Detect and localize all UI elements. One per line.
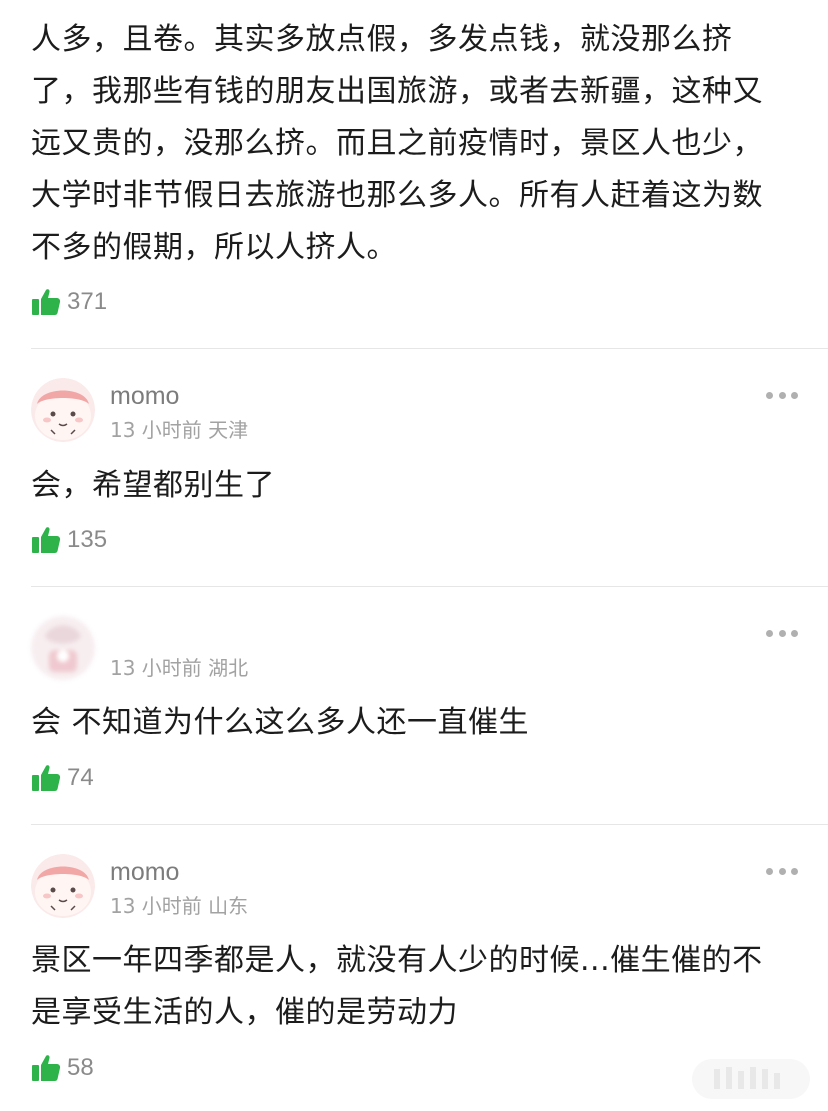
avatar[interactable] [31,378,95,442]
more-dots-icon [766,629,773,637]
comment-line: 人多，且卷。其实多放点假，多发点钱，就没那么挤 [31,22,733,57]
like-button[interactable]: 74 [31,762,94,794]
comment-line: 了，我那些有钱的朋友出国旅游，或者去新疆，这种又 [31,74,763,109]
comment-text: 人多，且卷。其实多放点假，多发点钱，就没那么挤 了，我那些有钱的朋友出国旅游，或… [31,14,811,274]
watermark-logo [692,1059,810,1099]
location: 山东 [208,894,249,918]
location: 天津 [208,418,249,442]
like-count: 58 [67,1054,94,1081]
avatar[interactable] [31,854,95,918]
comment-line: 景区一年四季都是人，就没有人少的时候...催生催的不 [31,943,763,978]
like-count: 135 [67,526,108,553]
like-count: 371 [67,288,108,315]
comment-line: 远又贵的，没那么挤。而且之前疫情时，景区人也少， [31,126,763,161]
more-dots-icon [766,391,773,399]
username[interactable]: momo [110,857,179,887]
comment-line: 会，希望都别生了 [31,468,275,503]
more-dots-icon [766,867,773,875]
timestamp: 13 小时前 [110,656,202,680]
avatar[interactable] [31,616,95,680]
comment-text: 会，希望都别生了 [31,460,811,512]
divider [31,824,828,825]
more-options-button[interactable] [766,863,798,879]
like-button[interactable]: 371 [31,286,107,318]
comment-line: 是享受生活的人，催的是劳动力 [31,995,458,1030]
divider [31,348,828,349]
timestamp: 13 小时前 [110,894,202,918]
thumbs-up-icon [32,1055,61,1081]
comment-line: 会 不知道为什么这么多人还一直催生 [31,705,530,740]
thumbs-up-icon [32,289,61,315]
comment-line: 不多的假期，所以人挤人。 [31,230,397,265]
like-button[interactable]: 135 [31,524,107,556]
divider [31,586,828,587]
like-button[interactable]: 58 [31,1052,94,1084]
location: 湖北 [208,656,249,680]
thumbs-up-icon [32,527,61,553]
timestamp: 13 小时前 [110,418,202,442]
comment-text: 会 不知道为什么这么多人还一直催生 [31,697,811,749]
comment-line: 大学时非节假日去旅游也那么多人。所有人赶着这为数 [31,178,763,213]
like-count: 74 [67,764,94,791]
comment-meta: 13 小时前 天津 [110,417,248,443]
more-options-button[interactable] [766,387,798,403]
comment-text: 景区一年四季都是人，就没有人少的时候...催生催的不 是享受生活的人，催的是劳动… [31,935,811,1039]
more-options-button[interactable] [766,625,798,641]
thumbs-up-icon [32,765,61,791]
username[interactable]: momo [110,381,179,411]
comment-meta: 13 小时前 湖北 [110,655,248,681]
comment-meta: 13 小时前 山东 [110,893,248,919]
